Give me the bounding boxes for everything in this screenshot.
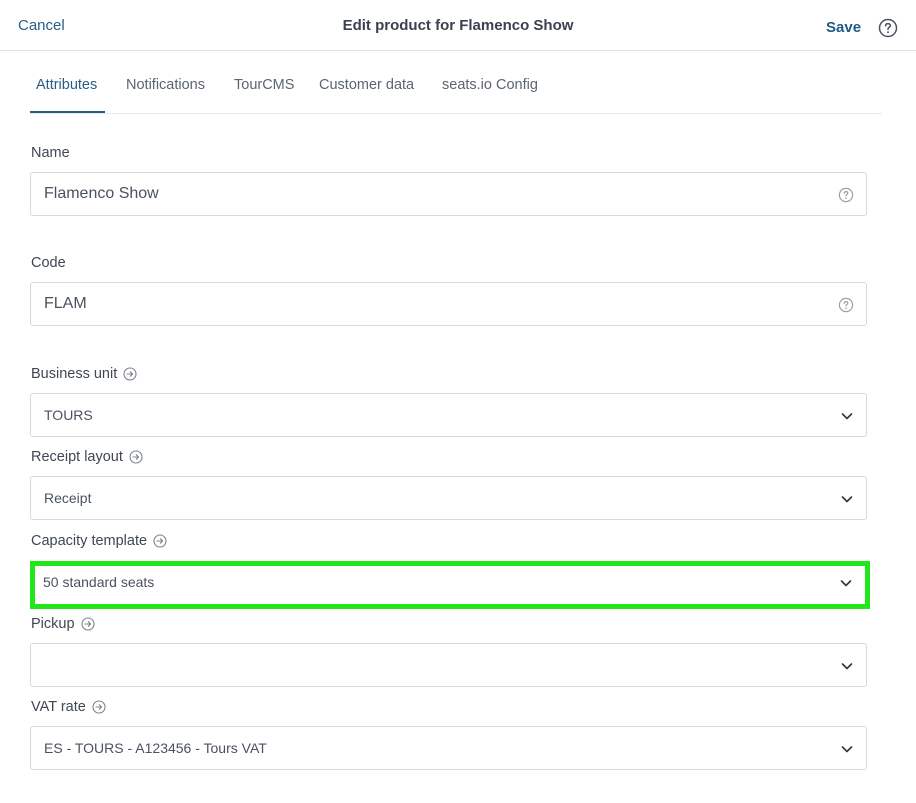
tab-bar: Attributes Notifications TourCMS Custome…: [30, 51, 882, 114]
chevron-down-icon[interactable]: [840, 659, 854, 673]
code-field[interactable]: FLAM: [30, 282, 867, 326]
tab-customer-data[interactable]: Customer data: [319, 77, 414, 93]
pickup-label: Pickup: [31, 616, 95, 632]
receipt-layout-label-text: Receipt layout: [31, 449, 123, 465]
receipt-layout-label: Receipt layout: [31, 449, 143, 465]
vat-rate-select[interactable]: ES - TOURS - A123456 - Tours VAT: [30, 726, 867, 770]
code-field-value: FLAM: [44, 295, 87, 312]
code-label: Code: [31, 255, 66, 271]
business-unit-label: Business unit: [31, 366, 137, 382]
help-circle-icon[interactable]: [878, 18, 898, 38]
business-unit-select[interactable]: TOURS: [30, 393, 867, 437]
tab-seatsio-config[interactable]: seats.io Config: [442, 77, 538, 93]
receipt-layout-value: Receipt: [44, 490, 92, 506]
arrow-right-circle-icon[interactable]: [80, 617, 95, 631]
receipt-layout-select[interactable]: Receipt: [30, 476, 867, 520]
tab-notifications[interactable]: Notifications: [126, 77, 205, 93]
tab-tourcms[interactable]: TourCMS: [234, 77, 294, 93]
chevron-down-icon[interactable]: [840, 492, 854, 506]
chevron-down-icon[interactable]: [840, 409, 854, 423]
business-unit-value: TOURS: [44, 407, 93, 423]
name-field-value: Flamenco Show: [44, 185, 159, 202]
vat-rate-label-text: VAT rate: [31, 699, 86, 715]
vat-rate-value: ES - TOURS - A123456 - Tours VAT: [44, 740, 267, 756]
arrow-right-circle-icon[interactable]: [153, 534, 167, 548]
arrow-right-circle-icon[interactable]: [123, 367, 137, 381]
vat-rate-label: VAT rate: [31, 699, 106, 715]
save-button[interactable]: Save: [826, 19, 861, 36]
top-bar: Cancel Edit product for Flamenco Show Sa…: [0, 0, 916, 51]
pickup-label-text: Pickup: [31, 616, 75, 632]
arrow-right-circle-icon[interactable]: [92, 700, 106, 714]
name-label: Name: [31, 145, 70, 161]
capacity-template-label-text: Capacity template: [31, 533, 148, 549]
tab-attributes[interactable]: Attributes: [36, 77, 97, 93]
capacity-template-label: Capacity template: [31, 533, 167, 549]
active-tab-indicator: [30, 111, 105, 113]
name-field[interactable]: Flamenco Show: [30, 172, 867, 216]
help-circle-icon[interactable]: [838, 297, 854, 313]
business-unit-label-text: Business unit: [31, 366, 118, 382]
highlight-box: [30, 561, 870, 609]
pickup-select[interactable]: [30, 643, 867, 687]
chevron-down-icon[interactable]: [840, 742, 854, 756]
code-label-text: Code: [31, 255, 66, 271]
help-circle-icon[interactable]: [838, 187, 854, 203]
page-title: Edit product for Flamenco Show: [342, 17, 574, 34]
name-label-text: Name: [31, 145, 70, 161]
arrow-right-circle-icon[interactable]: [129, 450, 143, 464]
